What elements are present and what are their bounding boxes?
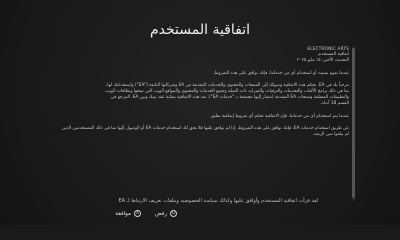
footer: لقد قرأت اتفاقية المستخدم وأوافق عليها و… [0, 198, 400, 222]
decline-label: رفض [154, 210, 167, 217]
circle-button-icon: O [170, 210, 177, 217]
document-scrollbar[interactable] [352, 46, 355, 201]
scrollbar-thumb[interactable] [352, 48, 355, 198]
decline-button[interactable]: O رفض [155, 210, 177, 217]
consent-note: لقد قرأت اتفاقية المستخدم وأوافق عليها و… [118, 198, 318, 204]
user-agreement-screen: اتفاقية المستخدم ELECTRONIC ARTS اتفاقية… [0, 0, 400, 225]
accept-label: موافقة [115, 210, 131, 217]
page-title: اتفاقية المستخدم [149, 22, 251, 38]
accept-button[interactable]: X موافقة [115, 210, 141, 217]
cross-button-icon: X [133, 210, 141, 217]
action-buttons: X موافقة O رفض [115, 210, 177, 217]
paragraph-4: عن طريق استخدام خدمات EA، فإنك توافق على… [61, 125, 349, 138]
agreement-document[interactable]: ELECTRONIC ARTS اتفاقية المستخدم التحديث… [57, 46, 349, 201]
